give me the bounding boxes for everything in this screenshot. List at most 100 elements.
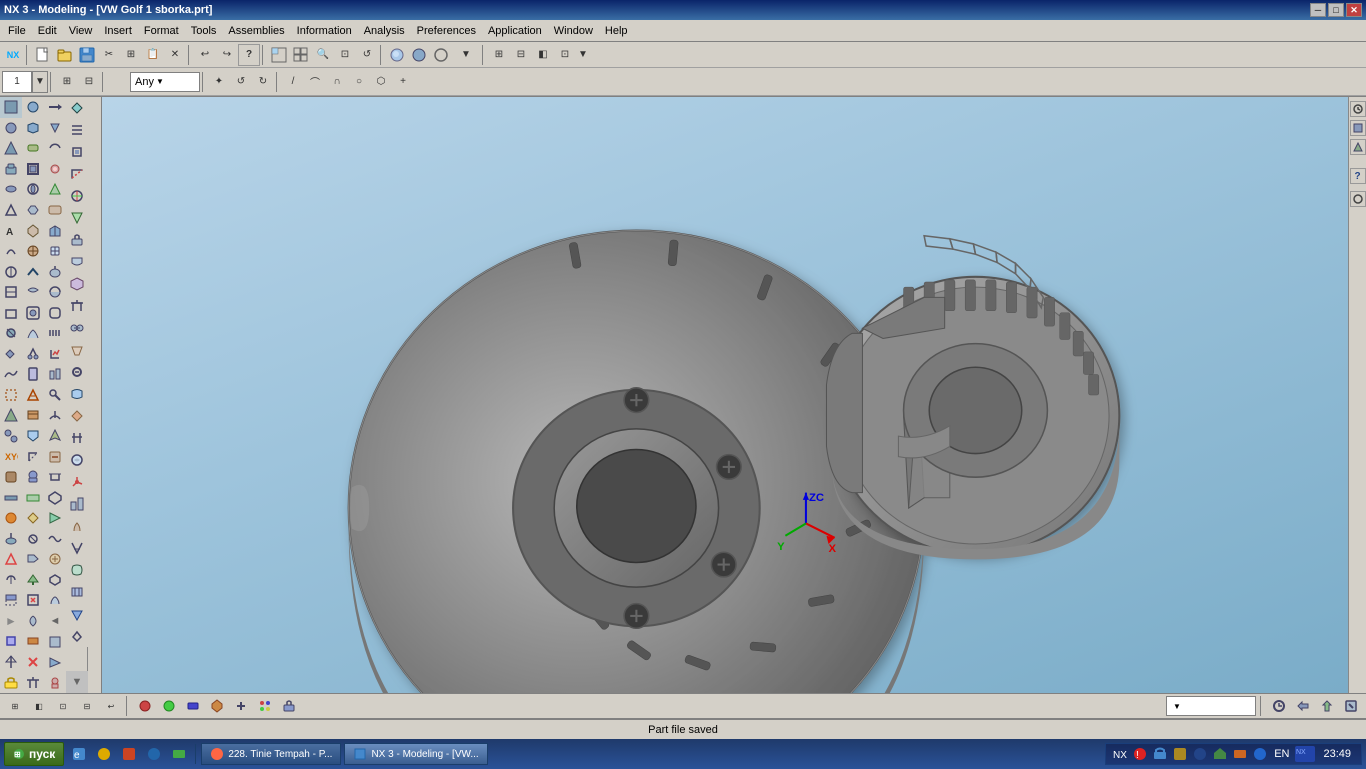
side-btn-c4-8[interactable]: [66, 251, 88, 273]
rotate-btn[interactable]: ↺: [356, 44, 378, 66]
side-btn-c4-12[interactable]: [66, 339, 88, 361]
curve-btn-2[interactable]: ⌒: [304, 71, 326, 93]
start-button[interactable]: ⊞ пуск: [4, 742, 64, 766]
side-btn-s26[interactable]: ►: [0, 611, 22, 632]
quicklaunch-3[interactable]: [118, 743, 140, 765]
side-btn-c3-11[interactable]: [44, 302, 66, 323]
layer-dropdown[interactable]: ▼: [32, 71, 48, 93]
side-btn-c4-23[interactable]: [66, 581, 88, 603]
side-btn-c3-10[interactable]: [44, 282, 66, 303]
side-btn-c3-14[interactable]: [44, 364, 66, 385]
side-btn-s29[interactable]: [0, 672, 22, 693]
bottom-btn-16[interactable]: [1340, 695, 1362, 717]
side-btn-c2-18[interactable]: [22, 446, 44, 467]
bottom-btn-8[interactable]: [182, 695, 204, 717]
open-file-btn[interactable]: [54, 44, 76, 66]
view-btn-1[interactable]: [268, 44, 290, 66]
side-btn-c2-6[interactable]: [22, 200, 44, 221]
side-btn-s4[interactable]: [0, 159, 22, 180]
menu-analysis[interactable]: Analysis: [358, 23, 411, 39]
side-btn-s5[interactable]: [0, 179, 22, 200]
side-btn-c3-1[interactable]: [44, 97, 66, 118]
side-btn-s1[interactable]: [0, 97, 22, 118]
snap-btn-3[interactable]: ↻: [252, 71, 274, 93]
side-btn-s19[interactable]: [0, 467, 22, 488]
side-btn-s3[interactable]: [0, 138, 22, 159]
menu-insert[interactable]: Insert: [98, 23, 138, 39]
layer-input[interactable]: 1: [2, 71, 32, 93]
menu-tools[interactable]: Tools: [185, 23, 223, 39]
side-btn-c3-25[interactable]: [44, 590, 66, 611]
side-btn-c4-16[interactable]: [66, 427, 88, 449]
menu-edit[interactable]: Edit: [32, 23, 63, 39]
side-btn-c4-1[interactable]: [66, 97, 88, 119]
side-btn-s8[interactable]: [0, 241, 22, 262]
side-btn-c4-9[interactable]: [66, 273, 88, 295]
side-btn-c2-5[interactable]: [22, 179, 44, 200]
side-btn-c4-19[interactable]: [66, 493, 88, 515]
side-btn-c3-24[interactable]: [44, 570, 66, 591]
bottom-btn-4[interactable]: ⊟: [76, 695, 98, 717]
side-btn-c2-10[interactable]: [22, 282, 44, 303]
side-btn-c2-11[interactable]: [22, 302, 44, 323]
side-btn-c4-15[interactable]: [66, 405, 88, 427]
side-btn-s22[interactable]: [0, 528, 22, 549]
curve-btn-3[interactable]: ∩: [326, 71, 348, 93]
side-btn-s6[interactable]: [0, 200, 22, 221]
side-btn-c2-20[interactable]: [22, 487, 44, 508]
copy-btn[interactable]: ⊞: [120, 44, 142, 66]
side-btn-c4-24[interactable]: [66, 603, 88, 625]
side-btn-c2-8[interactable]: [22, 241, 44, 262]
side-btn-c3-23[interactable]: [44, 549, 66, 570]
menu-help[interactable]: Help: [599, 23, 634, 39]
nx-logo-btn[interactable]: NX: [2, 44, 24, 66]
side-btn-c2-21[interactable]: [22, 508, 44, 529]
menu-window[interactable]: Window: [548, 23, 599, 39]
quicklaunch-4[interactable]: [143, 743, 165, 765]
collapse-side-btn[interactable]: ◄: [44, 611, 66, 632]
side-btn-c3-29[interactable]: [44, 672, 66, 693]
bottom-btn-3[interactable]: ⊡: [52, 695, 74, 717]
curve-btn-5[interactable]: ⬡: [370, 71, 392, 93]
zoom-area-btn[interactable]: 🔍: [312, 44, 334, 66]
close-button[interactable]: ✕: [1346, 3, 1362, 17]
scrolldown-btn[interactable]: ▼: [66, 671, 88, 693]
side-btn-s9[interactable]: [0, 261, 22, 282]
window-controls[interactable]: ─ □ ✕: [1310, 3, 1362, 17]
bottom-btn-1[interactable]: ⊞: [4, 695, 26, 717]
menu-format[interactable]: Format: [138, 23, 185, 39]
side-btn-c3-22[interactable]: [44, 528, 66, 549]
right-panel-btn-5[interactable]: [1350, 191, 1366, 207]
side-btn-c3-12[interactable]: [44, 323, 66, 344]
side-btn-c3-2[interactable]: [44, 118, 66, 139]
side-btn-c2-29[interactable]: [22, 672, 44, 693]
side-btn-c3-20[interactable]: [44, 487, 66, 508]
orient-btn-3[interactable]: ◧: [532, 44, 554, 66]
new-file-btn[interactable]: [32, 44, 54, 66]
quicklaunch-1[interactable]: e: [68, 743, 90, 765]
side-btn-s17[interactable]: [0, 426, 22, 447]
info-btn[interactable]: ?: [238, 44, 260, 66]
quicklaunch-5[interactable]: [168, 743, 190, 765]
side-btn-c3-28[interactable]: [44, 652, 66, 673]
side-btn-c3-7[interactable]: [44, 220, 66, 241]
side-btn-c4-21[interactable]: [66, 537, 88, 559]
side-btn-c4-10[interactable]: [66, 295, 88, 317]
side-btn-s7[interactable]: A: [0, 220, 22, 241]
side-btn-c4-25[interactable]: [66, 625, 88, 647]
render-btn-2[interactable]: [408, 44, 430, 66]
side-btn-c3-3[interactable]: [44, 138, 66, 159]
bottom-dropdown[interactable]: ▼: [1166, 696, 1256, 716]
side-btn-c4-4[interactable]: [66, 163, 88, 185]
taskbar-item-1[interactable]: 228. Tinie Tempah - P...: [201, 743, 341, 765]
side-btn-c3-19[interactable]: [44, 467, 66, 488]
side-btn-c2-26[interactable]: [22, 611, 44, 632]
undo-btn[interactable]: ↩: [194, 44, 216, 66]
side-btn-s23[interactable]: [0, 549, 22, 570]
bottom-btn-13[interactable]: [1268, 695, 1290, 717]
side-btn-c2-17[interactable]: [22, 426, 44, 447]
cut-btn[interactable]: ✂: [98, 44, 120, 66]
side-btn-c2-19[interactable]: [22, 467, 44, 488]
side-btn-c4-6[interactable]: [66, 207, 88, 229]
side-btn-s24[interactable]: [0, 570, 22, 591]
